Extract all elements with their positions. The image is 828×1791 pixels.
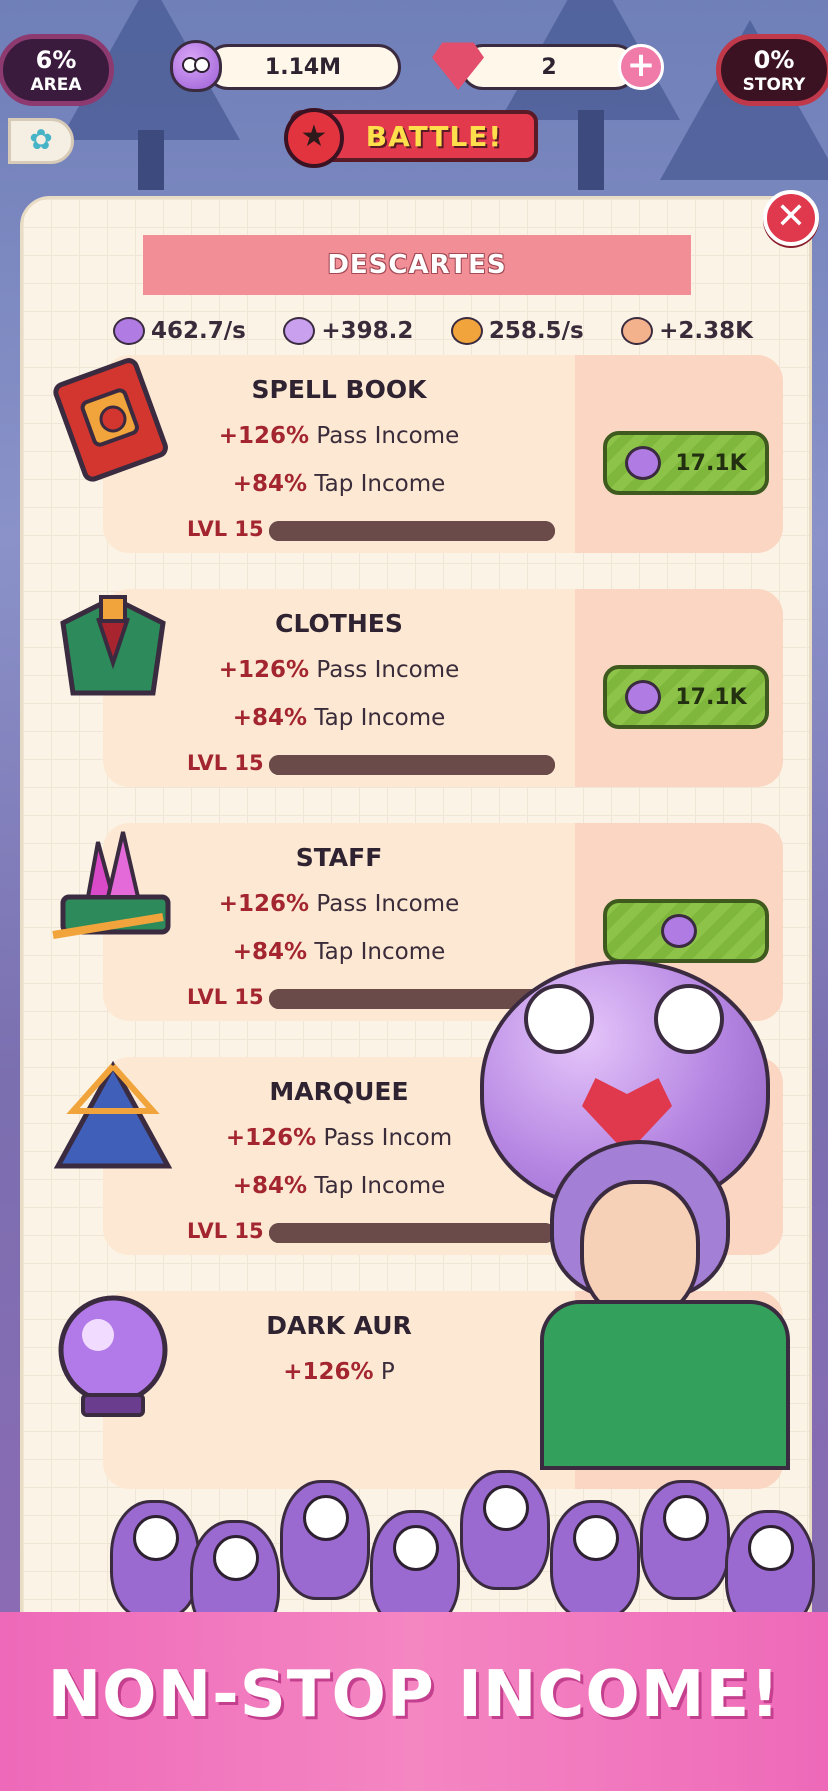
gem-currency-bar: 2	[460, 44, 638, 90]
plus-icon: +	[626, 45, 656, 85]
pass-label: P	[380, 1359, 395, 1385]
buy-upgrade-button[interactable]: 17.1K	[603, 431, 769, 495]
gold-coin-icon	[450, 317, 483, 345]
story-percent: 0%	[753, 46, 795, 74]
buy-upgrade-button[interactable]: 17.1K	[603, 665, 769, 729]
close-icon: ✕	[775, 196, 807, 237]
pass-label: Pass Income	[316, 657, 460, 683]
stat-value: +2.38K	[659, 318, 753, 344]
panel-title: DESCARTES	[143, 235, 691, 295]
pass-percent: +126%	[218, 891, 310, 917]
garlic-currency-icon	[661, 914, 697, 948]
spell-book-icon	[53, 358, 168, 482]
tap-fist-icon	[283, 317, 316, 345]
level-progress-fill	[269, 755, 555, 775]
upgrade-card-staff: STAFF +126% Pass Income +84% Tap Income …	[103, 823, 783, 1021]
stat-gold-income: 258.5/s	[450, 317, 584, 345]
garlic-crowd	[110, 1440, 828, 1640]
garlic-count: 1.14M	[264, 54, 342, 80]
promo-headline: NON-STOP INCOME!	[47, 1658, 781, 1732]
level-progress-bar	[269, 989, 555, 1009]
level-progress-fill	[269, 989, 555, 1009]
crystal-staff-icon	[52, 831, 171, 939]
garlic-currency-bar: 1.14M	[205, 44, 401, 90]
upgrade-card-clothes: CLOTHES +126% Pass Income +84% Tap Incom…	[103, 589, 783, 787]
pass-label: Pass Incom	[323, 1125, 453, 1151]
tap-percent: +84%	[232, 471, 308, 497]
upgrade-card-marquee: MARQUEE +126% Pass Incom +84% Tap Income…	[103, 1057, 783, 1255]
tap-label: Tap Income	[314, 1173, 446, 1199]
card-right-section	[575, 1057, 783, 1255]
garlic-blob	[550, 1500, 640, 1620]
area-percent: 6%	[35, 46, 77, 74]
garlic-currency-icon	[625, 446, 662, 480]
stat-value: +398.2	[321, 318, 414, 344]
tap-percent: +84%	[232, 705, 308, 731]
pass-label: Pass Income	[316, 423, 460, 449]
garlic-currency-icon	[625, 680, 662, 714]
story-progress-pill[interactable]: 0% STORY	[716, 34, 828, 106]
garlic-blob	[280, 1480, 370, 1600]
tree-trunk	[578, 110, 604, 190]
stat-value: 462.7/s	[151, 318, 246, 344]
level-progress-bar	[269, 755, 555, 775]
stat-tap-income: +398.2	[283, 317, 413, 345]
level-progress-bar	[269, 1223, 555, 1243]
tap-label: Tap Income	[314, 471, 446, 497]
buy-upgrade-button[interactable]	[603, 899, 769, 963]
level-label: LVL 15	[187, 517, 264, 541]
buy-gems-button[interactable]: +	[618, 44, 664, 90]
stat-passive-income: 462.7/s	[113, 317, 246, 345]
battle-button[interactable]: ★ BATTLE!	[284, 108, 538, 168]
battle-label: BATTLE!	[365, 119, 503, 153]
gem-count: 2	[541, 54, 557, 80]
pass-label: Pass Income	[316, 891, 460, 917]
level-label: LVL 15	[187, 1219, 264, 1243]
stats-row: 462.7/s +398.2 258.5/s +2.38K	[113, 309, 753, 353]
tree-trunk	[138, 130, 164, 190]
level-progress-bar	[269, 521, 555, 541]
garlic-blob	[640, 1480, 730, 1600]
garlic-blob	[110, 1500, 200, 1620]
hand-icon	[621, 317, 654, 345]
price: 17.1K	[675, 450, 747, 476]
star-badge-icon: ★	[284, 108, 344, 168]
close-button[interactable]: ✕	[763, 190, 819, 246]
stat-value: 258.5/s	[488, 318, 584, 344]
level-progress-fill	[269, 1223, 555, 1243]
settings-button[interactable]: ✿	[8, 118, 74, 164]
tap-percent: +84%	[232, 939, 308, 965]
garlic-currency-icon	[170, 40, 222, 92]
upgrade-panel: DESCARTES 462.7/s +398.2 258.5/s +2.38K …	[20, 196, 812, 1626]
tap-label: Tap Income	[314, 939, 446, 965]
crystal-ball-icon	[58, 1295, 168, 1417]
pass-percent: +126%	[225, 1125, 317, 1151]
level-progress-fill	[269, 521, 555, 541]
tap-percent: +84%	[232, 1173, 308, 1199]
pass-percent: +126%	[283, 1359, 374, 1385]
pass-percent: +126%	[218, 657, 310, 683]
flower-gear-icon: ✿	[29, 123, 53, 156]
clothes-icon	[60, 595, 166, 696]
story-label: STORY	[742, 75, 806, 95]
price: 17.1K	[675, 684, 747, 710]
marquee-tent-icon	[53, 1060, 173, 1169]
area-label: AREA	[30, 75, 82, 95]
stat-hand-bonus: +2.38K	[621, 317, 753, 345]
level-label: LVL 15	[187, 751, 264, 775]
pass-percent: +126%	[218, 423, 310, 449]
garlic-blob	[460, 1470, 550, 1590]
upgrade-card-spell-book: SPELL BOOK +126% Pass Income +84% Tap In…	[103, 355, 783, 553]
garlic-group-icon	[113, 317, 145, 345]
promo-banner: NON-STOP INCOME!	[0, 1612, 828, 1791]
level-label: LVL 15	[187, 985, 264, 1009]
tap-label: Tap Income	[314, 705, 446, 731]
area-progress-pill[interactable]: 6% AREA	[0, 34, 114, 106]
